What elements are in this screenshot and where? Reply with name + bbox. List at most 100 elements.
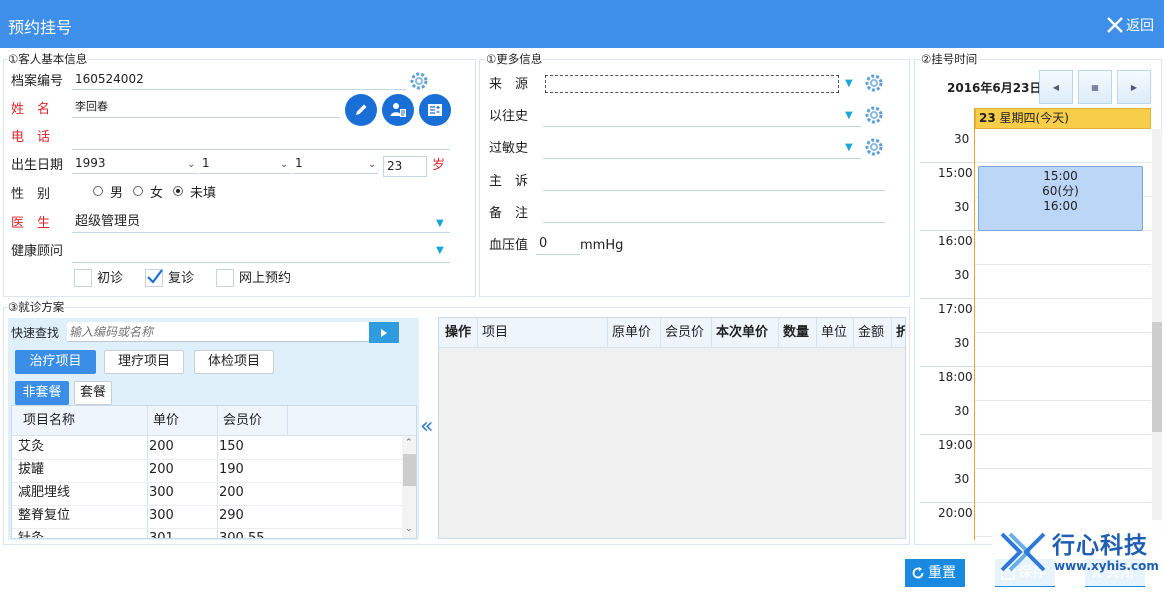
- day-header: 23 星期四(今天): [975, 108, 1151, 129]
- cell-price: 200: [149, 462, 174, 477]
- col-divider: [816, 318, 817, 348]
- subtab-single[interactable]: 非套餐: [15, 381, 69, 405]
- gender-radio-female[interactable]: [133, 186, 143, 196]
- cell-member-price: 190: [219, 462, 244, 477]
- gear-icon[interactable]: [409, 71, 429, 91]
- cell-member-price: 300.55: [219, 531, 265, 539]
- gender-radio-male[interactable]: [93, 186, 103, 196]
- scroll-up-icon[interactable]: ⌃: [405, 438, 413, 448]
- gender-radio-unspecified[interactable]: [173, 186, 183, 196]
- col-divider: [660, 318, 661, 348]
- items-table: 项目名称 单价 会员价 艾灸 200 150 拔罐 200 190 减肥埋线 3…: [11, 405, 417, 539]
- gender-option-female: 女: [150, 186, 164, 201]
- history-select[interactable]: [543, 107, 861, 127]
- tab-therapy[interactable]: 理疗项目: [104, 350, 184, 374]
- col-amount[interactable]: 金额: [858, 319, 884, 347]
- watermark-name: 行心科技: [1052, 533, 1148, 559]
- bp-label: 血压值: [489, 238, 529, 253]
- history-label: 以往史: [489, 109, 529, 124]
- cell-item-name: 减肥埋线: [18, 485, 71, 500]
- table-row[interactable]: 艾灸 200 150: [12, 436, 402, 459]
- scroll-down-icon[interactable]: ⌄: [405, 524, 413, 534]
- title-bar: 预约挂号 返回: [0, 0, 1164, 48]
- col-action[interactable]: 操作: [445, 319, 471, 347]
- pencil-icon: [356, 104, 367, 115]
- time-label: 20:00: [938, 506, 973, 520]
- chevron-down-icon: ⌄: [187, 159, 196, 170]
- file-no-field[interactable]: 160524002: [72, 70, 406, 90]
- check-icon: [147, 269, 163, 284]
- col-original-price[interactable]: 原单价: [612, 319, 651, 347]
- doctor-select[interactable]: 超级管理员: [72, 213, 450, 233]
- gear-icon[interactable]: [864, 73, 884, 93]
- back-button[interactable]: 返回: [1106, 15, 1154, 35]
- complaint-field[interactable]: [543, 171, 885, 191]
- tab-physical-exam[interactable]: 体检项目: [194, 350, 274, 374]
- subtab-package[interactable]: 套餐: [74, 381, 112, 405]
- reset-button[interactable]: 重置: [905, 559, 965, 587]
- prev-day-button[interactable]: ◀: [1039, 70, 1073, 104]
- tab-treatment[interactable]: 治疗项目: [15, 350, 96, 374]
- name-field[interactable]: 李回春: [72, 98, 340, 118]
- col-discount[interactable]: 折: [896, 319, 905, 347]
- appointment-block[interactable]: 15:00 60(分) 16:00: [978, 166, 1143, 231]
- col-price[interactable]: 单价: [153, 407, 179, 435]
- col-unit[interactable]: 单位: [821, 319, 847, 347]
- col-member-price[interactable]: 会员价: [665, 319, 704, 347]
- slot-gridline: [975, 264, 1151, 265]
- col-divider: [287, 406, 288, 436]
- calculator-icon: [428, 104, 442, 116]
- slot-gridline: [975, 332, 1151, 333]
- dropdown-arrow-icon: ▼: [845, 78, 853, 89]
- return-visit-checkbox[interactable]: [145, 269, 163, 287]
- birth-year-select[interactable]: 1993: [72, 154, 198, 174]
- items-scrollbar-thumb[interactable]: [403, 454, 416, 486]
- online-booking-checkbox[interactable]: [216, 269, 234, 287]
- remark-field[interactable]: [543, 203, 885, 223]
- table-row[interactable]: 针灸 301 300.55: [12, 528, 402, 539]
- search-go-button[interactable]: [369, 322, 399, 343]
- col-current-price[interactable]: 本次单价: [716, 319, 768, 347]
- today-button[interactable]: ▦: [1078, 70, 1112, 104]
- consultant-select[interactable]: [72, 243, 450, 263]
- gear-icon[interactable]: [864, 105, 884, 125]
- table-row[interactable]: 拔罐 200 190: [12, 459, 402, 482]
- col-item[interactable]: 项目: [482, 319, 508, 347]
- age-field[interactable]: 23: [383, 156, 427, 177]
- table-row[interactable]: 整脊复位 300 290: [12, 505, 402, 528]
- slot-gridline: [975, 162, 1151, 163]
- doctor-label: 医 生: [11, 216, 51, 231]
- cell-item-name: 艾灸: [18, 439, 45, 454]
- first-visit-checkbox[interactable]: [74, 269, 92, 287]
- phone-field[interactable]: [72, 130, 450, 150]
- time-label: 18:00: [938, 370, 973, 384]
- time-gridline: [920, 366, 974, 367]
- watermark-url: www.xyhis.com: [1054, 559, 1159, 573]
- member-card-button[interactable]: [382, 94, 414, 126]
- time-label: 30: [954, 268, 970, 282]
- selected-items-table: 操作 项目 原单价 会员价 本次单价 数量 单位 金额 折: [438, 317, 906, 539]
- items-scrollbar[interactable]: ⌃ ⌄: [402, 436, 416, 538]
- phone-label: 电 话: [11, 130, 51, 145]
- birth-day-select[interactable]: 1: [292, 154, 378, 174]
- col-member-price[interactable]: 会员价: [223, 407, 262, 435]
- time-label: 30: [954, 472, 970, 486]
- edit-button[interactable]: [345, 94, 377, 126]
- arrow-right-icon: ▶: [1130, 82, 1138, 92]
- birth-month-select[interactable]: 1: [199, 154, 291, 174]
- search-input[interactable]: [67, 322, 369, 342]
- timeline-scrollbar-thumb[interactable]: [1152, 322, 1162, 432]
- table-row[interactable]: 减肥埋线 300 200: [12, 482, 402, 505]
- next-day-button[interactable]: ▶: [1117, 70, 1151, 104]
- calculator-button[interactable]: [419, 94, 451, 126]
- slot-gridline: [975, 400, 1151, 401]
- time-label: 30: [954, 404, 970, 418]
- gear-icon[interactable]: [864, 137, 884, 157]
- col-quantity[interactable]: 数量: [783, 319, 809, 347]
- bp-field[interactable]: 0: [536, 235, 580, 255]
- time-label: 16:00: [938, 234, 973, 248]
- allergy-select[interactable]: [543, 139, 861, 159]
- col-item-name[interactable]: 项目名称: [23, 407, 75, 435]
- add-to-selection-button[interactable]: «: [420, 416, 433, 438]
- source-select[interactable]: [545, 75, 839, 93]
